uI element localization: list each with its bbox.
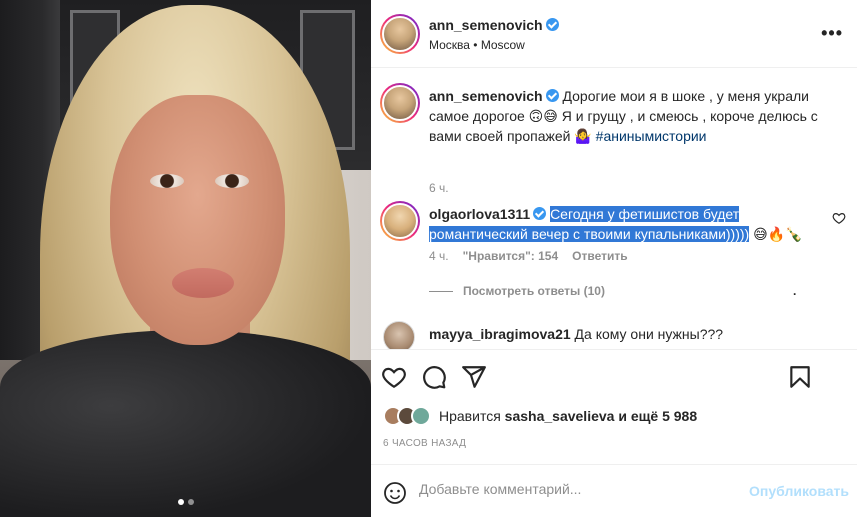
comment-likes[interactable]: "Нравится": 154	[463, 249, 559, 263]
commenter-avatar[interactable]	[383, 321, 415, 349]
comment-meta: 4 ч. "Нравится": 154 Ответить	[429, 249, 628, 263]
person-lips	[172, 268, 234, 298]
comment-text: olgaorlova1311 Сегодня у фетишистов буде…	[429, 204, 824, 244]
commenter-username[interactable]: olgaorlova1311	[429, 206, 530, 222]
post-header: ann_semenovich Москва • Moscow •••	[371, 0, 857, 68]
post-comment-button[interactable]: Опубликовать	[749, 483, 849, 499]
verified-icon	[545, 89, 559, 102]
trailing-dot: .	[793, 284, 797, 298]
caption-avatar[interactable]	[380, 83, 420, 123]
person-eye-right	[215, 174, 249, 188]
posted-time: 6 ЧАСОВ НАЗАД	[383, 438, 467, 449]
post-actions: Нравится sasha_savelieva и ещё 5 988 6 Ч…	[371, 349, 857, 517]
comment-time: 4 ч.	[429, 249, 449, 263]
author-username-text[interactable]: ann_semenovich	[429, 17, 543, 33]
likes-summary: Нравится sasha_savelieva и ещё 5 988	[383, 406, 697, 426]
replies-divider	[429, 290, 453, 292]
post-media[interactable]	[0, 0, 371, 517]
comment-text: mayya_ibragimova21 Да кому они нужны???	[429, 326, 723, 342]
person-eye-left	[150, 174, 184, 188]
carousel-dot	[187, 499, 194, 505]
comment-like-heart-icon[interactable]	[832, 211, 846, 225]
likes-prefix: Нравится	[439, 408, 501, 424]
reply-button[interactable]: Ответить	[572, 249, 627, 263]
carousel-indicator	[0, 499, 371, 505]
person-body	[0, 330, 371, 517]
commenter-avatar[interactable]	[380, 201, 420, 241]
commenter-username[interactable]: mayya_ibragimova21	[429, 326, 571, 342]
share-icon[interactable]	[461, 364, 487, 390]
comment-body: Да кому они нужны???	[574, 326, 724, 342]
comment-input[interactable]	[419, 481, 739, 497]
author-username[interactable]: ann_semenovich	[429, 17, 559, 33]
verified-icon	[545, 18, 559, 31]
heart-icon[interactable]	[381, 364, 407, 390]
liker-avatar	[411, 406, 431, 426]
carousel-dot	[177, 499, 184, 505]
verified-icon	[533, 207, 547, 220]
comments-section[interactable]: ann_semenovich Дорогие мои я в шоке , у …	[371, 69, 857, 349]
author-avatar[interactable]	[380, 14, 420, 54]
caption-time: 6 ч.	[429, 181, 449, 195]
bookmark-icon[interactable]	[787, 364, 813, 390]
caption-hashtag[interactable]: #анинымистории	[596, 128, 707, 144]
caption-text: ann_semenovich Дорогие мои я в шоке , у …	[429, 86, 849, 146]
more-icon[interactable]: •••	[821, 24, 843, 42]
likes-user[interactable]: sasha_savelieva	[505, 408, 615, 424]
likes-text: Нравится sasha_savelieva и ещё 5 988	[439, 408, 697, 424]
emoji-icon[interactable]	[383, 481, 407, 505]
comment-emojis: 😅🔥🍾	[749, 226, 803, 242]
likes-others[interactable]: и ещё 5 988	[618, 408, 697, 424]
post-sidebar: ann_semenovich Москва • Moscow ••• ann_s…	[371, 0, 857, 517]
caption-username[interactable]: ann_semenovich	[429, 88, 543, 104]
add-comment-bar: Опубликовать	[371, 464, 857, 517]
view-replies-label[interactable]: Посмотреть ответы (10)	[463, 284, 605, 298]
view-replies[interactable]: Посмотреть ответы (10) .	[429, 284, 796, 298]
person-face	[110, 95, 285, 345]
comment-icon[interactable]	[421, 364, 447, 390]
post-location[interactable]: Москва • Moscow	[429, 38, 525, 52]
